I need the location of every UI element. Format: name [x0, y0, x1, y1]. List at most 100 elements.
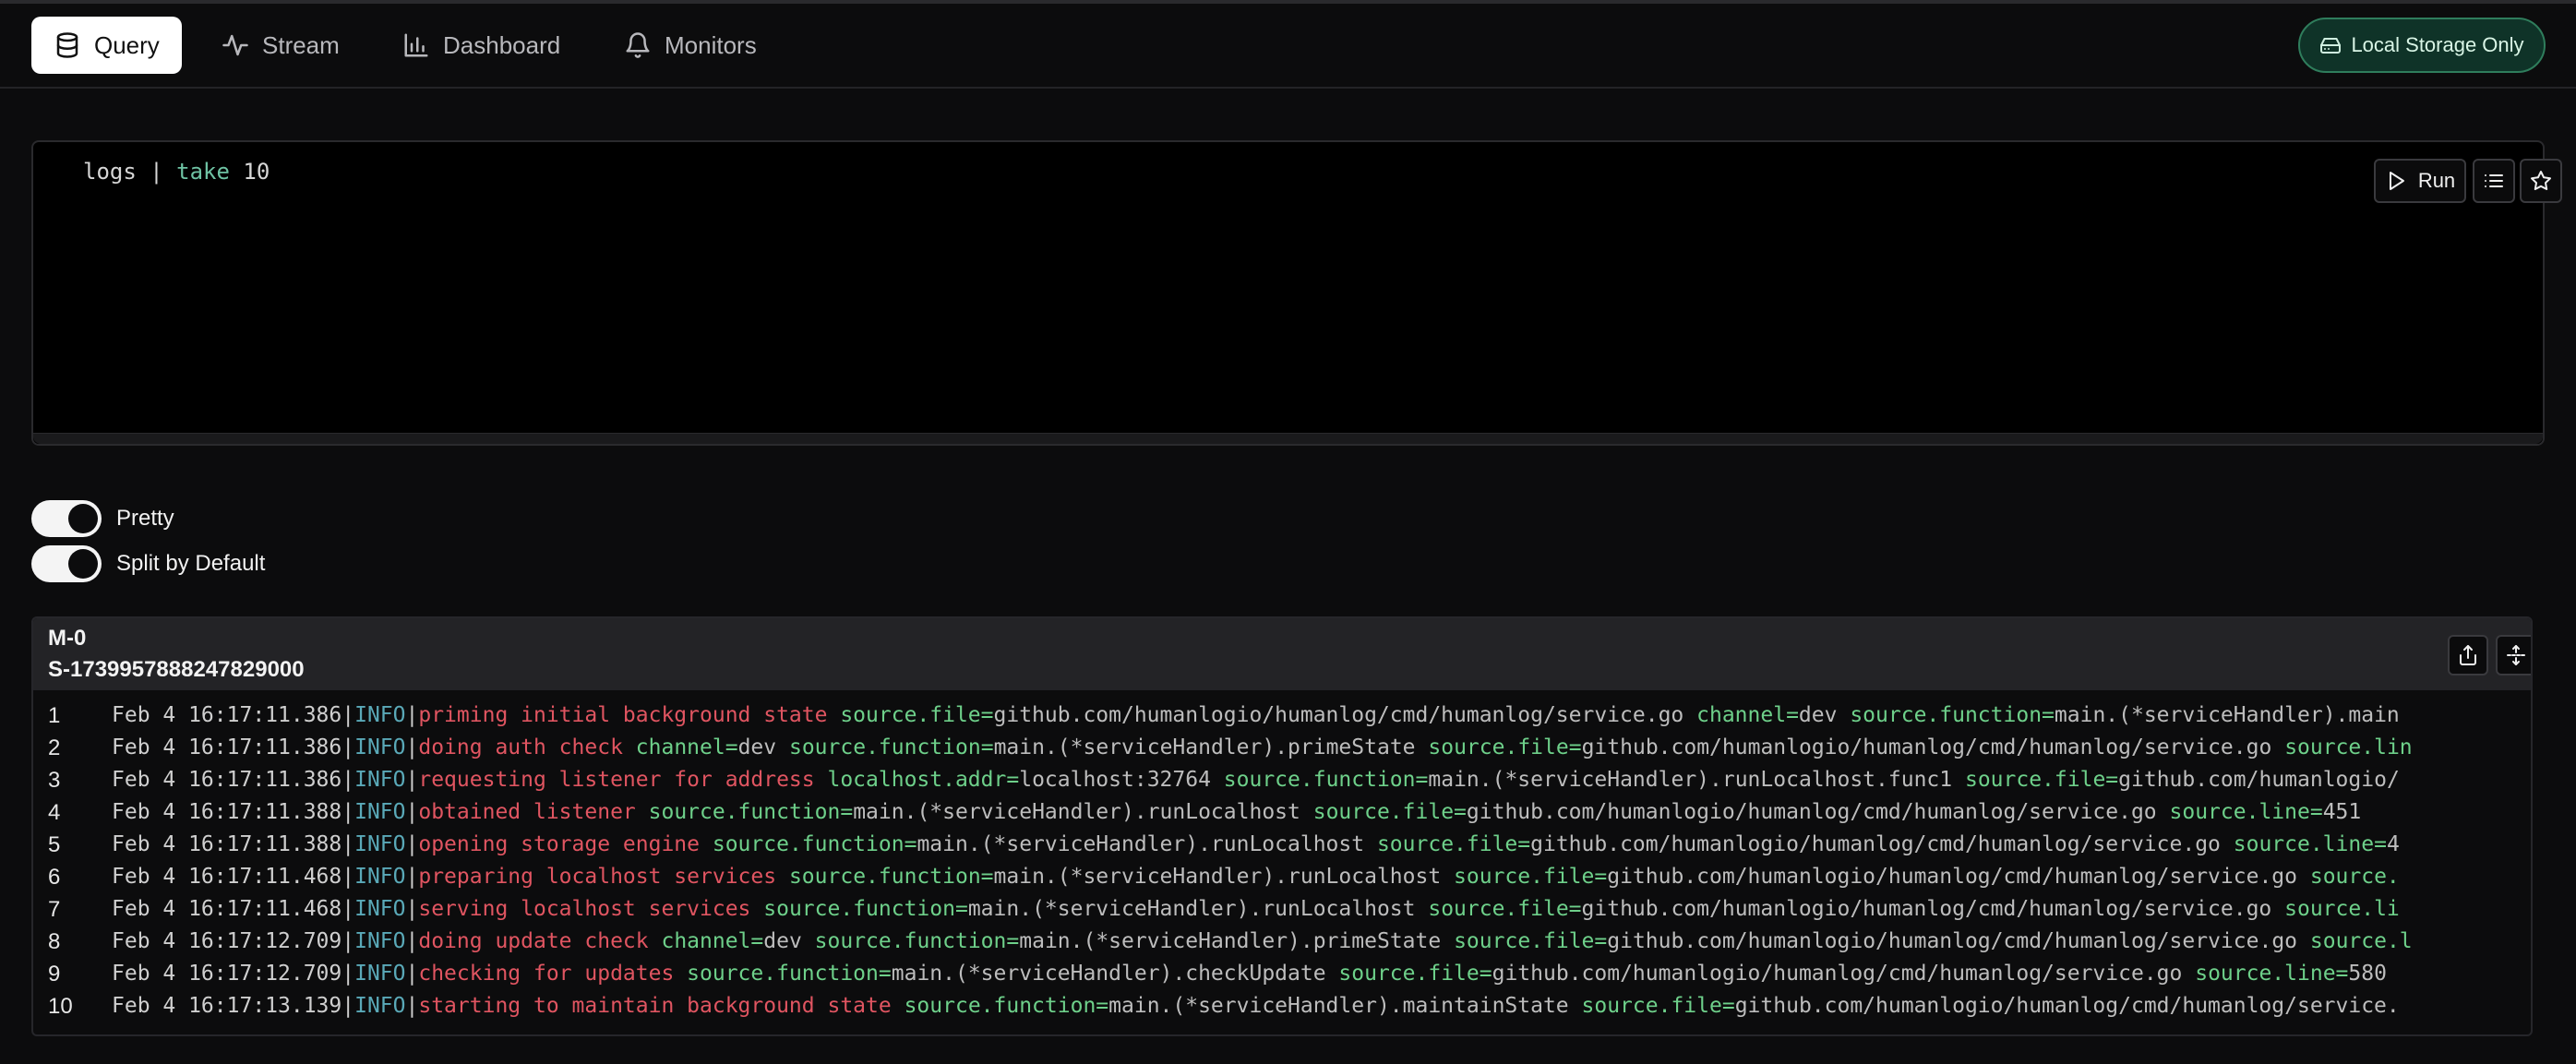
log-field-key: source.file	[1454, 929, 1595, 953]
log-field-eq: =	[1786, 703, 1799, 727]
database-icon	[56, 32, 78, 58]
log-field-eq: =	[2374, 832, 2387, 856]
line-number: 8	[48, 929, 61, 954]
log-line[interactable]: 5 Feb 4 16:17:11.388|INFO|opening storage…	[33, 829, 2531, 861]
tab-stream[interactable]: Stream	[199, 17, 362, 74]
log-field-eq: =	[750, 929, 764, 953]
share-icon	[2460, 645, 2476, 665]
log-field-value: dev	[763, 929, 802, 953]
log-field-value: main.(*serviceHandler).checkUpdate	[891, 962, 1326, 986]
log-field-key: source.function	[1850, 703, 2043, 727]
log-separator: |	[405, 929, 419, 953]
log-field-eq: =	[954, 897, 968, 921]
favorite-button[interactable]	[2520, 159, 2562, 203]
log-level: INFO	[354, 832, 406, 856]
log-field-key: source.line	[2233, 832, 2375, 856]
split-label: Split by Default	[116, 551, 266, 576]
split-view-button[interactable]	[2496, 635, 2531, 675]
log-field-value: github.com/humanlogio/humanlog/cmd/human…	[1466, 800, 2157, 824]
pretty-label: Pretty	[116, 506, 174, 531]
log-field-value: github.com/humanlogio/humanlog/cmd/human…	[1607, 929, 2298, 953]
tab-query-label: Query	[94, 30, 160, 59]
session-id: S-1739957888247829000	[48, 657, 305, 682]
log-content: Feb 4 16:17:11.468|INFO|serving localhos…	[112, 893, 2400, 926]
log-line[interactable]: 3 Feb 4 16:17:11.386|INFO|requesting list…	[33, 764, 2531, 796]
log-separator: |	[341, 962, 355, 986]
tab-query[interactable]: Query	[31, 17, 182, 74]
log-field-key: source.file	[1428, 897, 1569, 921]
log-field-value: main.(*serviceHandler).maintainState	[1108, 994, 1569, 1018]
run-button[interactable]: Run	[2374, 159, 2466, 203]
results-panel: M-0 S-1739957888247829000 1 Feb 4 16:17:1…	[31, 616, 2533, 1036]
play-icon	[2389, 172, 2404, 190]
top-nav: Query Stream Dashboard Monitors Local St…	[0, 4, 2576, 89]
share-button[interactable]	[2448, 635, 2488, 675]
query-source: logs |	[83, 159, 177, 185]
tab-dashboard[interactable]: Dashboard	[380, 17, 582, 74]
log-separator: |	[405, 735, 419, 759]
log-line[interactable]: 7 Feb 4 16:17:11.468|INFO|serving localho…	[33, 893, 2531, 926]
log-field-eq: =	[980, 735, 994, 759]
log-timestamp: Feb 4 16:17:11.388	[112, 800, 342, 824]
log-separator: |	[405, 897, 419, 921]
query-text[interactable]: logs | take 10	[83, 159, 270, 185]
log-line[interactable]: 9 Feb 4 16:17:12.709|INFO|checking for up…	[33, 958, 2531, 990]
log-content: Feb 4 16:17:11.468|INFO|preparing localh…	[112, 861, 2400, 893]
tab-monitors-label: Monitors	[665, 30, 757, 59]
log-content: Feb 4 16:17:11.386|INFO|doing auth check…	[112, 732, 2413, 764]
log-timestamp: Feb 4 16:17:11.386	[112, 768, 342, 792]
results-header: M-0 S-1739957888247829000	[33, 618, 2531, 690]
split-toggle-row: Split by Default	[31, 545, 265, 582]
log-field-eq: =	[878, 962, 892, 986]
log-line[interactable]: 8 Feb 4 16:17:12.709|INFO|doing update ch…	[33, 926, 2531, 958]
log-field-value: main.(*serviceHandler).runLocalhost	[967, 897, 1416, 921]
history-button[interactable]	[2473, 159, 2515, 203]
log-separator: |	[341, 832, 355, 856]
log-lines: 1 Feb 4 16:17:11.386|INFO|priming initial…	[33, 699, 2531, 1022]
tab-monitors[interactable]: Monitors	[602, 17, 779, 74]
log-field-eq: =	[2105, 768, 2119, 792]
log-timestamp: Feb 4 16:17:12.709	[112, 962, 342, 986]
log-field-key: source.li	[2284, 897, 2400, 921]
log-field-key: source.file	[840, 703, 981, 727]
log-field-value: 4	[2386, 832, 2400, 856]
local-storage-badge[interactable]: Local Storage Only	[2298, 18, 2546, 73]
log-line[interactable]: 6 Feb 4 16:17:11.468|INFO|preparing local…	[33, 861, 2531, 893]
log-message: preparing localhost services	[418, 865, 777, 889]
log-separator: |	[405, 768, 419, 792]
log-message: requesting listener for address	[418, 768, 815, 792]
log-field-key: source.function	[1223, 768, 1416, 792]
log-line[interactable]: 2 Feb 4 16:17:11.386|INFO|doing auth chec…	[33, 732, 2531, 764]
log-separator: |	[405, 832, 419, 856]
log-line[interactable]: 4 Feb 4 16:17:11.388|INFO|obtained listen…	[33, 796, 2531, 829]
line-number: 3	[48, 768, 61, 793]
log-field-value: github.com/humanlogio/humanlog/cmd/human…	[1530, 832, 2221, 856]
log-field-key: channel	[635, 735, 725, 759]
log-field-eq: =	[980, 703, 994, 727]
log-content: Feb 4 16:17:11.386|INFO|priming initial …	[112, 699, 2400, 732]
hard-drive-icon	[2320, 38, 2342, 54]
log-separator: |	[341, 703, 355, 727]
query-keyword: take	[176, 159, 230, 185]
log-field-key: source.function	[788, 735, 981, 759]
log-level: INFO	[354, 703, 406, 727]
activity-icon	[222, 34, 248, 56]
bell-icon	[626, 32, 650, 58]
log-field-eq: =	[1594, 865, 1608, 889]
split-toggle[interactable]	[31, 545, 102, 582]
storage-badge-label: Local Storage Only	[2351, 33, 2524, 56]
log-separator: |	[341, 929, 355, 953]
log-line[interactable]: 1 Feb 4 16:17:11.386|INFO|priming initial…	[33, 699, 2531, 732]
log-message: doing update check	[418, 929, 649, 953]
log-field-key: channel	[1696, 703, 1787, 727]
log-field-key: channel	[661, 929, 751, 953]
log-field-key: source.function	[814, 929, 1007, 953]
log-field-key: source.file	[1376, 832, 1518, 856]
log-field-value: github.com/humanlogio/	[2118, 768, 2400, 792]
pretty-toggle[interactable]	[31, 500, 102, 537]
pretty-toggle-row: Pretty	[31, 500, 174, 537]
log-field-key: source.function	[763, 897, 955, 921]
log-line[interactable]: 10 Feb 4 16:17:13.139|INFO|starting to ma…	[33, 990, 2531, 1022]
query-editor[interactable]: logs | take 10 Run	[31, 140, 2562, 446]
log-field-eq: =	[2042, 703, 2055, 727]
